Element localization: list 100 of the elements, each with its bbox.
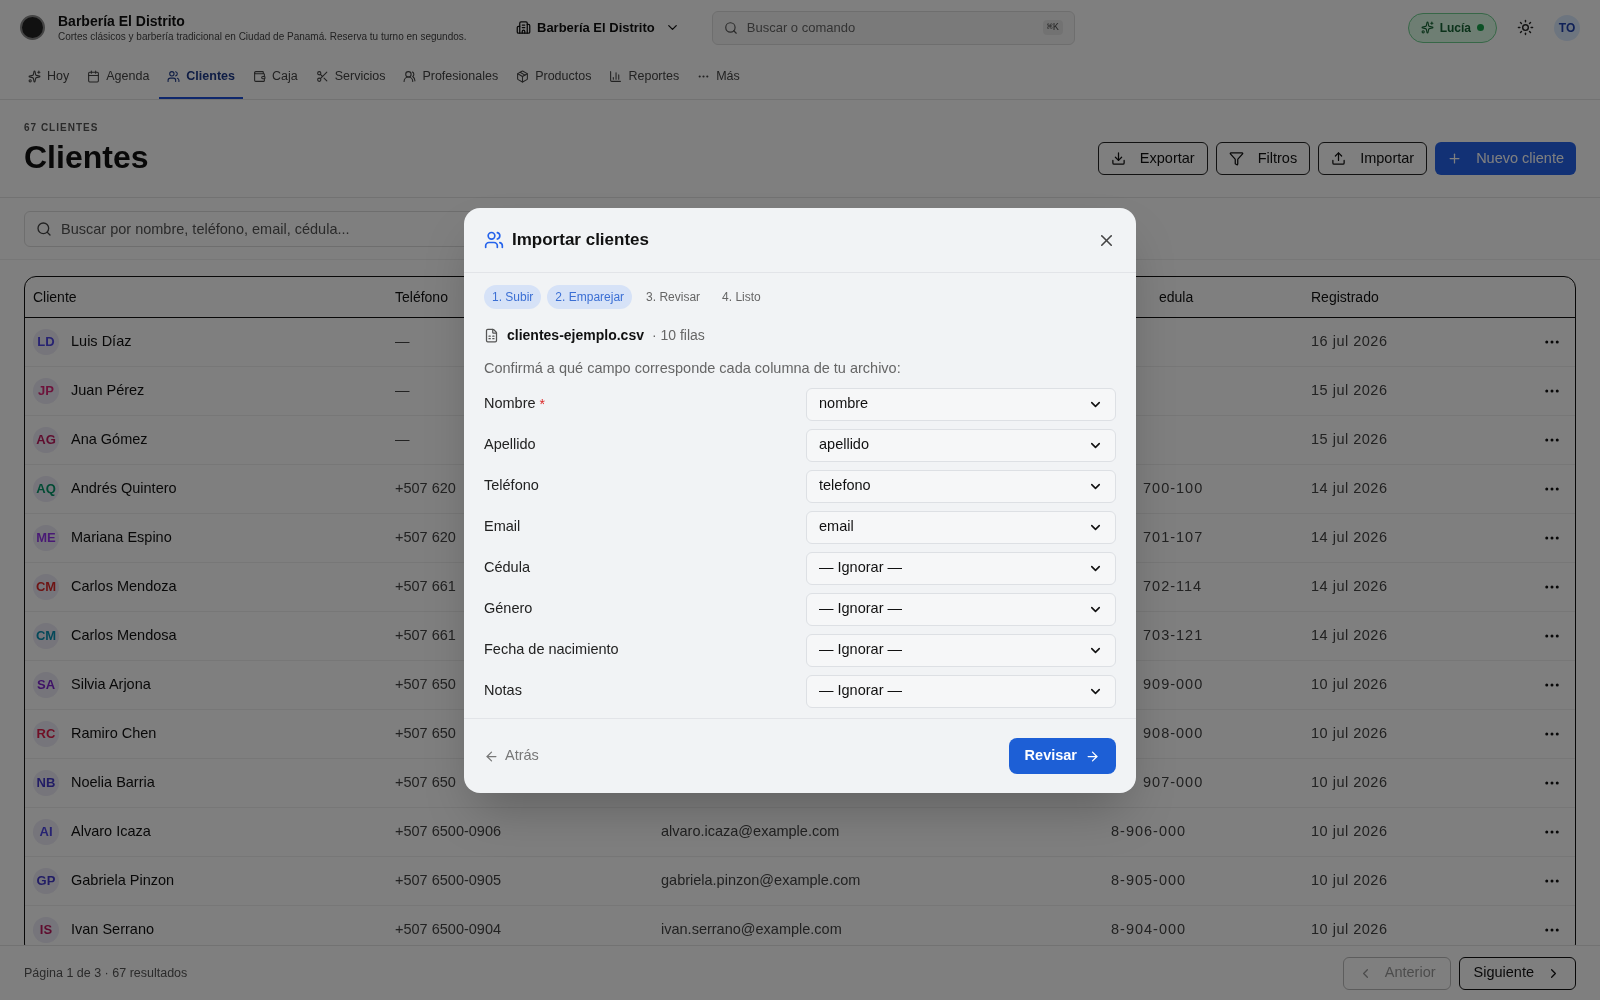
phone-cell: +507 650: [395, 676, 456, 693]
id-number-cell: 8-906-000: [1111, 823, 1187, 840]
search-icon: [723, 20, 738, 35]
import-button[interactable]: Importar: [1318, 142, 1428, 175]
client-name[interactable]: Andrés Quintero: [71, 478, 177, 500]
id-number-cell: 701-107: [1143, 529, 1204, 546]
step-label: 3. Revisar: [645, 289, 702, 306]
calendar-icon: [87, 69, 101, 83]
id-number-cell: 907-000: [1143, 774, 1204, 791]
phone-cell: +507 6500-0904: [395, 921, 502, 938]
avatar: RC: [33, 721, 59, 747]
field-label: Cédula: [484, 558, 530, 578]
client-name[interactable]: Carlos Mendosa: [71, 625, 177, 647]
field-label: Apellido: [484, 435, 536, 455]
step-label: 2. Emparejar: [547, 285, 633, 309]
column-select[interactable]: email: [806, 510, 1116, 544]
pagination-summary: Página 1 de 3 · 67 resultados: [24, 964, 188, 982]
id-number-cell: 702-114: [1143, 578, 1203, 595]
avatar: AI: [33, 819, 59, 845]
step-label: 4. Listo: [721, 289, 762, 306]
field-label: Género: [484, 599, 533, 619]
field-label: Email: [484, 517, 521, 537]
phone-cell: +507 650: [395, 725, 456, 742]
client-name[interactable]: Noelia Barria: [71, 772, 155, 794]
date-cell: 10 jul 2026: [1311, 921, 1388, 938]
nav-tab[interactable]: Caja: [245, 55, 306, 99]
column-select[interactable]: telefono: [806, 469, 1116, 503]
column-select[interactable]: apellido: [806, 428, 1116, 462]
date-cell: 14 jul 2026: [1311, 529, 1388, 546]
nav-tab[interactable]: Más: [689, 55, 748, 99]
client-name[interactable]: Luis Díaz: [71, 331, 132, 353]
date-cell: 10 jul 2026: [1311, 676, 1388, 693]
plus-icon: [1447, 151, 1463, 166]
column-select[interactable]: — Ignorar —: [806, 674, 1116, 708]
phone-cell: —: [395, 333, 410, 350]
avatar: NB: [33, 770, 59, 796]
date-cell: 10 jul 2026: [1311, 725, 1388, 742]
app-title: Barbería El Distrito: [58, 12, 186, 30]
date-cell: 14 jul 2026: [1311, 480, 1388, 497]
user-avatar[interactable]: TO: [1554, 14, 1580, 41]
required-mark: *: [539, 394, 546, 414]
id-number-cell: 8-904-000: [1111, 921, 1187, 938]
column-select[interactable]: nombre: [806, 387, 1116, 421]
column-header: Registrado: [1311, 287, 1380, 307]
client-name[interactable]: Ivan Serrano: [71, 919, 155, 941]
file-name: clientes-ejemplo.csv: [507, 326, 644, 345]
back-button[interactable]: Atrás: [484, 745, 539, 767]
column-header: Teléfono: [395, 288, 448, 305]
client-name[interactable]: Carlos Mendoza: [71, 576, 177, 598]
assistant-button[interactable]: Lucía: [1407, 12, 1497, 43]
download-icon: [1110, 151, 1126, 166]
client-name[interactable]: Ramiro Chen: [71, 723, 157, 745]
avatar: IS: [33, 917, 59, 943]
id-number-cell: 8-905-000: [1111, 872, 1187, 889]
next-button[interactable]: Siguiente: [1458, 956, 1576, 990]
upload-icon: [1331, 151, 1347, 166]
primary-button[interactable]: Nuevo cliente: [1435, 142, 1576, 175]
phone-cell: +507 650: [395, 774, 456, 791]
avatar: JP: [33, 378, 59, 404]
nav-tab[interactable]: Profesionales: [395, 55, 507, 99]
nav-tab[interactable]: Productos: [508, 55, 600, 99]
column-select[interactable]: — Ignorar —: [806, 633, 1116, 667]
filter-button[interactable]: Filtros: [1215, 142, 1311, 175]
client-name[interactable]: Silvia Arjona: [71, 674, 151, 696]
nav-tab[interactable]: Servicios: [307, 55, 394, 99]
nav-tab[interactable]: Agenda: [79, 55, 158, 99]
date-cell: 16 jul 2026: [1311, 333, 1388, 350]
export-button[interactable]: Exportar: [1097, 142, 1208, 175]
logo-icon: [20, 15, 45, 40]
client-count: 67 CLIENTES: [24, 121, 100, 135]
phone-cell: —: [395, 431, 410, 448]
branch-selector[interactable]: Barbería El Distrito: [508, 13, 688, 42]
date-cell: 15 jul 2026: [1311, 382, 1388, 399]
date-cell: 10 jul 2026: [1311, 872, 1388, 889]
nav-tab[interactable]: Clientes: [159, 55, 243, 99]
nav-tab[interactable]: Reportes: [601, 55, 688, 99]
avatar: AQ: [33, 476, 59, 502]
sparkle-icon: [1420, 21, 1434, 34]
date-cell: 14 jul 2026: [1311, 578, 1388, 595]
client-name[interactable]: Gabriela Pinzon: [71, 870, 175, 892]
id-number-cell: 700-100: [1143, 480, 1204, 497]
field-label: Nombre: [484, 394, 536, 414]
review-button[interactable]: Revisar: [1008, 738, 1116, 774]
theme-icon[interactable]: [1517, 19, 1534, 36]
phone-cell: +507 6500-0906: [395, 823, 502, 840]
email-cell: ivan.serrano@example.com: [661, 921, 842, 938]
client-name[interactable]: Ana Gómez: [71, 429, 148, 451]
sparkle-icon: [28, 69, 41, 83]
row-count: · 10 filas: [651, 326, 705, 345]
column-select[interactable]: — Ignorar —: [806, 551, 1116, 585]
nav-tab[interactable]: Hoy: [20, 55, 78, 99]
date-cell: 10 jul 2026: [1311, 774, 1388, 791]
filter-icon: [1228, 151, 1244, 166]
column-header: edula: [1158, 287, 1195, 307]
client-name[interactable]: Juan Pérez: [71, 380, 145, 402]
avatar: CM: [33, 623, 59, 649]
id-number-cell: 703-121: [1143, 627, 1204, 644]
column-select[interactable]: — Ignorar —: [806, 592, 1116, 626]
client-name[interactable]: Alvaro Icaza: [71, 821, 151, 843]
client-name[interactable]: Mariana Espino: [71, 527, 172, 549]
